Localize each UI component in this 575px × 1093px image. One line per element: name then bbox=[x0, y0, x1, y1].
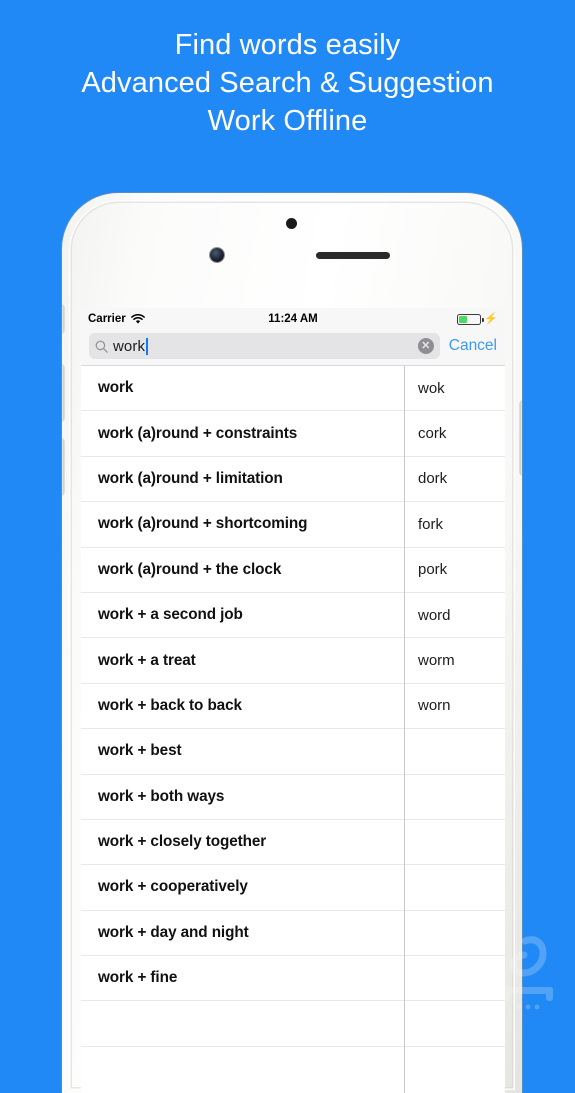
list-item[interactable]: work + best bbox=[81, 729, 404, 775]
list-item[interactable]: dork bbox=[405, 457, 505, 503]
volume-up-button[interactable] bbox=[62, 365, 64, 421]
proximity-sensor-icon bbox=[286, 218, 297, 229]
status-bar-right: ⚡ bbox=[457, 312, 498, 325]
list-item[interactable] bbox=[81, 1001, 404, 1047]
battery-icon bbox=[457, 313, 484, 325]
search-results: work work (a)round + constraints work (a… bbox=[81, 366, 505, 1093]
list-item[interactable] bbox=[405, 865, 505, 911]
search-icon bbox=[95, 340, 108, 353]
promo-line-2: Advanced Search & Suggestion bbox=[81, 67, 494, 99]
list-item[interactable]: worn bbox=[405, 684, 505, 730]
list-item[interactable]: work (a)round + limitation bbox=[81, 457, 404, 503]
list-item[interactable]: work bbox=[81, 366, 404, 412]
promo-line-1: Find words easily bbox=[174, 29, 401, 61]
results-left-column[interactable]: work work (a)round + constraints work (a… bbox=[81, 366, 405, 1093]
list-item[interactable]: work (a)round + the clock bbox=[81, 548, 404, 593]
promo-headline: Find words easily Advanced Search & Sugg… bbox=[0, 0, 575, 140]
list-item[interactable] bbox=[405, 911, 505, 957]
earpiece-speaker-icon bbox=[316, 252, 390, 259]
silent-switch-button[interactable] bbox=[62, 305, 64, 333]
list-item[interactable]: work (a)round + constraints bbox=[81, 411, 404, 457]
search-input[interactable]: work ✕ bbox=[89, 333, 440, 359]
search-bar: work ✕ Cancel bbox=[81, 330, 505, 366]
cancel-button[interactable]: Cancel bbox=[449, 337, 497, 355]
list-item[interactable]: work + a treat bbox=[81, 638, 404, 684]
status-bar: Carrier 11:24 AM ⚡ bbox=[81, 308, 505, 330]
list-item[interactable]: work + a second job bbox=[81, 593, 404, 639]
list-item[interactable] bbox=[405, 956, 505, 1002]
front-camera-icon bbox=[210, 248, 224, 262]
text-caret bbox=[146, 337, 148, 355]
list-item[interactable]: wok bbox=[405, 366, 505, 412]
list-item[interactable]: work + cooperatively bbox=[81, 865, 404, 911]
status-bar-time: 11:24 AM bbox=[268, 313, 318, 325]
list-item[interactable]: work + back to back bbox=[81, 684, 404, 730]
list-item[interactable] bbox=[405, 729, 505, 775]
list-item[interactable]: work + closely together bbox=[81, 820, 404, 866]
search-input-value: work bbox=[113, 337, 146, 355]
list-item[interactable] bbox=[405, 775, 505, 820]
list-item[interactable]: fork bbox=[405, 502, 505, 548]
promo-line-3: Work Offline bbox=[207, 105, 368, 137]
list-item[interactable]: worm bbox=[405, 638, 505, 684]
list-item[interactable]: work + both ways bbox=[81, 775, 404, 820]
list-item[interactable] bbox=[405, 1001, 505, 1047]
list-item[interactable]: work (a)round + shortcoming bbox=[81, 502, 404, 548]
phone-device-mockup: Carrier 11:24 AM ⚡ work ✕ Cancel work wo… bbox=[62, 193, 522, 1093]
lightning-bolt-icon: ⚡ bbox=[484, 312, 498, 325]
list-item[interactable]: cork bbox=[405, 411, 505, 457]
volume-down-button[interactable] bbox=[62, 439, 64, 495]
list-item[interactable]: work + fine bbox=[81, 956, 404, 1002]
power-button[interactable] bbox=[520, 401, 522, 475]
battery-fill bbox=[459, 315, 468, 323]
list-item[interactable]: work + day and night bbox=[81, 911, 404, 957]
results-right-column[interactable]: wok cork dork fork pork word worm worn bbox=[405, 366, 505, 1093]
clear-search-icon[interactable]: ✕ bbox=[417, 338, 434, 354]
phone-screen: Carrier 11:24 AM ⚡ work ✕ Cancel work wo… bbox=[81, 308, 505, 1093]
list-item[interactable]: word bbox=[405, 593, 505, 639]
list-item[interactable]: pork bbox=[405, 548, 505, 593]
list-item[interactable] bbox=[405, 820, 505, 866]
